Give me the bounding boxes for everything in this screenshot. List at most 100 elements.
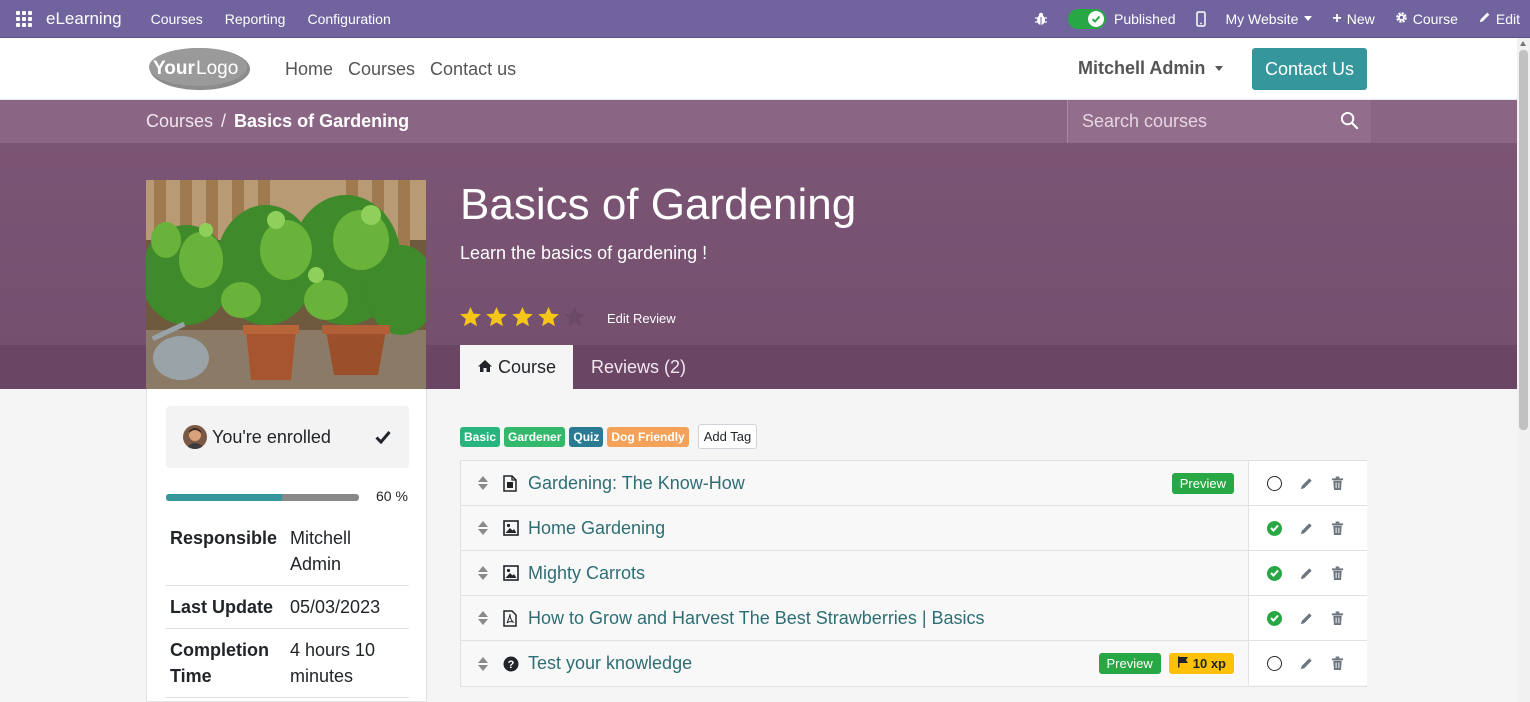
user-menu[interactable]: Mitchell Admin — [1078, 58, 1224, 79]
tab-course-label: Course — [497, 356, 557, 377]
scroll-up-arrow-icon[interactable] — [1520, 41, 1526, 46]
content-row[interactable]: Gardening: The Know-How Preview — [461, 461, 1367, 506]
edit-pencil-icon[interactable] — [1299, 656, 1314, 671]
image-icon — [503, 519, 519, 537]
content-row[interactable]: Home Gardening — [461, 506, 1367, 551]
breadcrumb-courses[interactable]: Courses — [146, 111, 213, 132]
star-empty-icon[interactable] — [563, 306, 586, 328]
star-filled-icon[interactable] — [537, 306, 560, 328]
course-title: Basics of Gardening — [460, 180, 857, 229]
progress-label: 60 % — [376, 488, 408, 504]
published-toggle[interactable]: Published — [1068, 8, 1176, 29]
rating-stars[interactable] — [459, 306, 586, 328]
tag-dog-friendly[interactable]: Dog Friendly — [607, 426, 689, 447]
breadcrumb-bar: Courses / Basics of Gardening — [0, 100, 1517, 143]
tag-basic[interactable]: Basic — [460, 426, 501, 447]
drag-handle-icon[interactable] — [477, 611, 489, 625]
drag-handle-icon[interactable] — [477, 521, 489, 535]
trash-icon[interactable] — [1331, 521, 1344, 536]
contact-us-button[interactable]: Contact Us — [1252, 48, 1367, 90]
company-logo[interactable]: Your Logo — [145, 46, 251, 92]
edit-pencil-icon[interactable] — [1299, 521, 1314, 536]
trash-icon[interactable] — [1331, 656, 1344, 671]
search-icon[interactable] — [1340, 111, 1359, 135]
content-row[interactable]: Mighty Carrots — [461, 551, 1367, 596]
trash-icon[interactable] — [1331, 611, 1344, 626]
chevron-down-icon — [1215, 66, 1224, 71]
content-actions — [1248, 641, 1367, 685]
content-row[interactable]: How to Grow and Harvest The Best Strawbe… — [461, 596, 1367, 641]
content-title-link[interactable]: Test your knowledge — [528, 653, 692, 674]
drag-handle-icon[interactable] — [477, 566, 489, 580]
menu-configuration[interactable]: Configuration — [307, 11, 390, 27]
mobile-preview-icon[interactable] — [1195, 10, 1206, 27]
website-header: Your Logo Home Courses Contact us Mitche… — [0, 38, 1517, 100]
info-row-responsible: Responsible Mitchell Admin — [166, 525, 409, 586]
edit-pencil-icon[interactable] — [1299, 566, 1314, 581]
content-title-link[interactable]: Home Gardening — [528, 518, 665, 539]
completed-check-icon[interactable] — [1267, 610, 1282, 626]
scrollbar-thumb[interactable] — [1519, 50, 1528, 430]
star-filled-icon[interactable] — [511, 306, 534, 328]
apps-menu-icon[interactable] — [16, 10, 32, 27]
completion-progress-bar — [166, 494, 359, 501]
star-filled-icon[interactable] — [459, 306, 482, 328]
published-switch[interactable] — [1068, 8, 1106, 29]
content-title-link[interactable]: Mighty Carrots — [528, 563, 645, 584]
website-switcher[interactable]: My Website — [1226, 11, 1313, 27]
search-box — [1067, 100, 1371, 143]
drag-handle-icon[interactable] — [477, 476, 489, 490]
app-name[interactable]: eLearning — [46, 9, 122, 29]
preview-badge: Preview — [1171, 473, 1234, 494]
debug-bug-icon[interactable] — [1034, 12, 1048, 26]
info-row-completion-time: Completion Time 4 hours 10 minutes — [166, 628, 409, 698]
add-tag-button[interactable]: Add Tag — [697, 424, 758, 449]
trash-icon[interactable] — [1331, 476, 1344, 491]
content-actions — [1248, 461, 1367, 505]
info-key: Last Update — [166, 585, 286, 629]
incomplete-circle-icon[interactable] — [1267, 655, 1282, 671]
infographic-icon — [503, 474, 519, 492]
tag-gardener[interactable]: Gardener — [504, 426, 566, 447]
course-settings-button[interactable]: Course — [1395, 11, 1458, 27]
nav-home[interactable]: Home — [285, 59, 333, 80]
edit-pencil-icon[interactable] — [1299, 611, 1314, 626]
edit-pencil-icon[interactable] — [1299, 476, 1314, 491]
content-title-link[interactable]: How to Grow and Harvest The Best Strawbe… — [528, 608, 985, 629]
svg-text:?: ? — [508, 659, 515, 671]
info-value: 05/03/2023 — [286, 585, 409, 629]
course-subtitle: Learn the basics of gardening ! — [460, 243, 708, 263]
star-filled-icon[interactable] — [485, 306, 508, 328]
course-cover-image — [146, 180, 426, 389]
user-name: Mitchell Admin — [1078, 58, 1206, 78]
xp-label: 10 xp — [1192, 656, 1226, 671]
content-title-link[interactable]: Gardening: The Know-How — [528, 473, 745, 494]
search-input[interactable] — [1082, 111, 1332, 132]
completed-check-icon[interactable] — [1267, 565, 1282, 581]
quiz-icon: ? — [503, 655, 519, 673]
menu-courses[interactable]: Courses — [151, 11, 203, 27]
info-key: Completion Time — [166, 628, 286, 698]
tab-course[interactable]: Course — [460, 345, 573, 389]
edit-button[interactable]: Edit — [1478, 11, 1520, 27]
incomplete-circle-icon[interactable] — [1267, 475, 1282, 491]
xp-badge: 10 xp — [1168, 653, 1234, 674]
content-badges: Preview — [1171, 473, 1234, 494]
flag-icon — [1177, 656, 1189, 671]
avatar — [183, 425, 207, 449]
completed-check-icon[interactable] — [1267, 520, 1282, 536]
tab-reviews[interactable]: Reviews (2) — [591, 345, 686, 389]
enrolled-label: You're enrolled — [212, 426, 331, 447]
trash-icon[interactable] — [1331, 566, 1344, 581]
tag-quiz[interactable]: Quiz — [569, 426, 604, 447]
menu-reporting[interactable]: Reporting — [225, 11, 286, 27]
page-scrollbar[interactable] — [1517, 38, 1530, 702]
pdf-icon — [503, 609, 519, 627]
edit-review-link[interactable]: Edit Review — [607, 311, 676, 326]
new-button[interactable]: + New — [1332, 10, 1374, 28]
nav-contact[interactable]: Contact us — [430, 59, 516, 80]
drag-handle-icon[interactable] — [477, 656, 489, 671]
breadcrumb: Courses / Basics of Gardening — [146, 111, 409, 132]
nav-courses[interactable]: Courses — [348, 59, 415, 80]
content-row[interactable]: ? Test your knowledge Preview 10 xp — [461, 641, 1367, 686]
